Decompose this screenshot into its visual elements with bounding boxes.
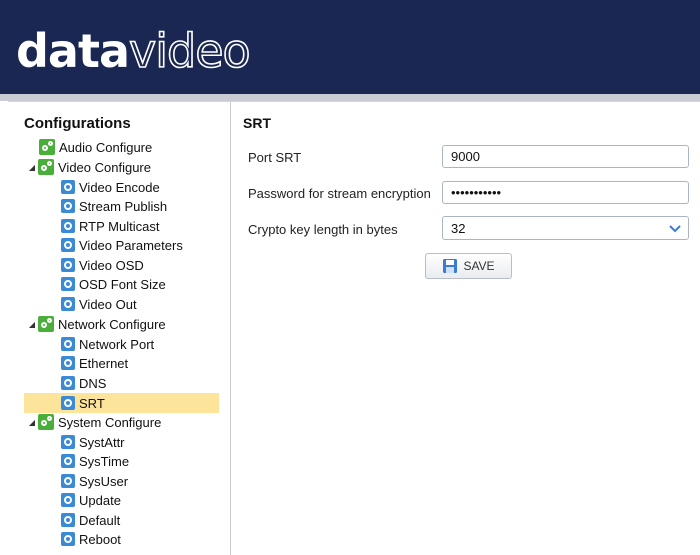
config-group-icon xyxy=(39,139,55,155)
sidebar-item-default[interactable]: Default xyxy=(61,510,120,530)
sidebar-item-ethernet[interactable]: Ethernet xyxy=(61,353,128,373)
settings-icon xyxy=(61,396,75,410)
floppy-disk-icon xyxy=(443,259,458,273)
crypto-key-label: Crypto key length in bytes xyxy=(248,222,398,237)
chevron-down-icon xyxy=(669,225,681,233)
settings-icon xyxy=(61,219,75,233)
sidebar-item-label: Video Parameters xyxy=(79,237,183,253)
datavideo-logo: datavideo xyxy=(16,27,251,75)
sidebar-item-label: Network Port xyxy=(79,336,155,352)
sidebar-item-label: SRT xyxy=(79,395,105,411)
sidebar-item-label: SysTime xyxy=(79,453,130,469)
password-label: Password for stream encryption xyxy=(248,186,431,201)
sidebar-item-label: SysUser xyxy=(79,473,129,489)
settings-icon xyxy=(61,337,75,351)
sidebar-item-network-configure[interactable]: ◢ Network Configure xyxy=(26,314,166,334)
app-header: datavideo xyxy=(0,0,700,94)
sidebar-item-label: Default xyxy=(79,512,121,528)
settings-icon xyxy=(61,532,75,546)
config-group-icon xyxy=(38,316,54,332)
settings-icon xyxy=(61,199,75,213)
sidebar: Configurations Audio Configure ◢ Video Co… xyxy=(8,102,231,555)
sidebar-item-label: DNS xyxy=(79,375,107,391)
settings-icon xyxy=(61,297,75,311)
password-input[interactable] xyxy=(442,181,689,204)
sidebar-item-srt[interactable]: SRT xyxy=(24,393,219,413)
sidebar-item-network-port[interactable]: Network Port xyxy=(61,334,154,354)
crypto-key-value: 32 xyxy=(451,220,466,236)
page-title: SRT xyxy=(243,115,271,131)
sidebar-item-system-configure[interactable]: ◢ System Configure xyxy=(26,412,161,432)
logo-light-text: video xyxy=(128,24,251,78)
sidebar-item-stream-publish[interactable]: Stream Publish xyxy=(61,196,167,216)
sidebar-title: Configurations xyxy=(24,115,131,132)
sidebar-item-audio-configure[interactable]: Audio Configure xyxy=(39,137,152,157)
sidebar-item-reboot[interactable]: Reboot xyxy=(61,529,121,549)
sidebar-item-video-parameters[interactable]: Video Parameters xyxy=(61,235,183,255)
sidebar-item-systime[interactable]: SysTime xyxy=(61,451,129,471)
sidebar-item-label: Update xyxy=(79,492,121,508)
settings-icon xyxy=(61,513,75,527)
sidebar-item-label: Audio Configure xyxy=(59,139,153,155)
settings-icon xyxy=(61,277,75,291)
settings-icon xyxy=(61,356,75,370)
expand-arrow-icon[interactable]: ◢ xyxy=(26,320,38,329)
sidebar-item-systattr[interactable]: SystAttr xyxy=(61,432,125,452)
sidebar-item-update[interactable]: Update xyxy=(61,490,121,510)
sidebar-item-video-osd[interactable]: Video OSD xyxy=(61,255,144,275)
settings-icon xyxy=(61,474,75,488)
settings-icon xyxy=(61,180,75,194)
settings-icon xyxy=(61,238,75,252)
port-srt-input[interactable] xyxy=(442,145,689,168)
settings-icon xyxy=(61,435,75,449)
sidebar-item-label: RTP Multicast xyxy=(79,218,160,234)
expand-arrow-icon[interactable]: ◢ xyxy=(26,418,38,427)
sidebar-item-video-encode[interactable]: Video Encode xyxy=(61,177,160,197)
sidebar-item-label: Video Encode xyxy=(79,179,160,195)
sidebar-item-label: Reboot xyxy=(79,531,121,547)
settings-icon xyxy=(61,493,75,507)
settings-icon xyxy=(61,258,75,272)
sidebar-item-osd-font-size[interactable]: OSD Font Size xyxy=(61,274,166,294)
sidebar-item-label: System Configure xyxy=(58,414,162,430)
save-button-label: SAVE xyxy=(463,259,495,273)
sidebar-item-rtp-multicast[interactable]: RTP Multicast xyxy=(61,216,159,236)
sidebar-item-dns[interactable]: DNS xyxy=(61,373,106,393)
expand-arrow-icon[interactable]: ◢ xyxy=(26,163,38,172)
sidebar-item-sysuser[interactable]: SysUser xyxy=(61,471,128,491)
sidebar-item-label: Video Out xyxy=(79,296,137,312)
sidebar-item-label: Stream Publish xyxy=(79,198,168,214)
settings-icon xyxy=(61,454,75,468)
crypto-key-select[interactable]: 32 xyxy=(442,216,689,240)
sidebar-item-label: SystAttr xyxy=(79,434,125,450)
sidebar-item-video-configure[interactable]: ◢ Video Configure xyxy=(26,157,151,177)
settings-icon xyxy=(61,376,75,390)
save-button[interactable]: SAVE xyxy=(425,253,512,279)
config-group-icon xyxy=(38,159,54,175)
sidebar-item-label: Network Configure xyxy=(58,316,166,332)
sidebar-item-label: Ethernet xyxy=(79,355,129,371)
config-group-icon xyxy=(38,414,54,430)
sidebar-item-video-out[interactable]: Video Out xyxy=(61,294,137,314)
header-divider xyxy=(0,94,700,101)
sidebar-item-label: OSD Font Size xyxy=(79,276,166,292)
sidebar-item-label: Video OSD xyxy=(79,257,144,273)
logo-bold-text: data xyxy=(16,24,130,78)
sidebar-item-label: Video Configure xyxy=(58,159,151,175)
port-srt-label: Port SRT xyxy=(248,150,302,165)
